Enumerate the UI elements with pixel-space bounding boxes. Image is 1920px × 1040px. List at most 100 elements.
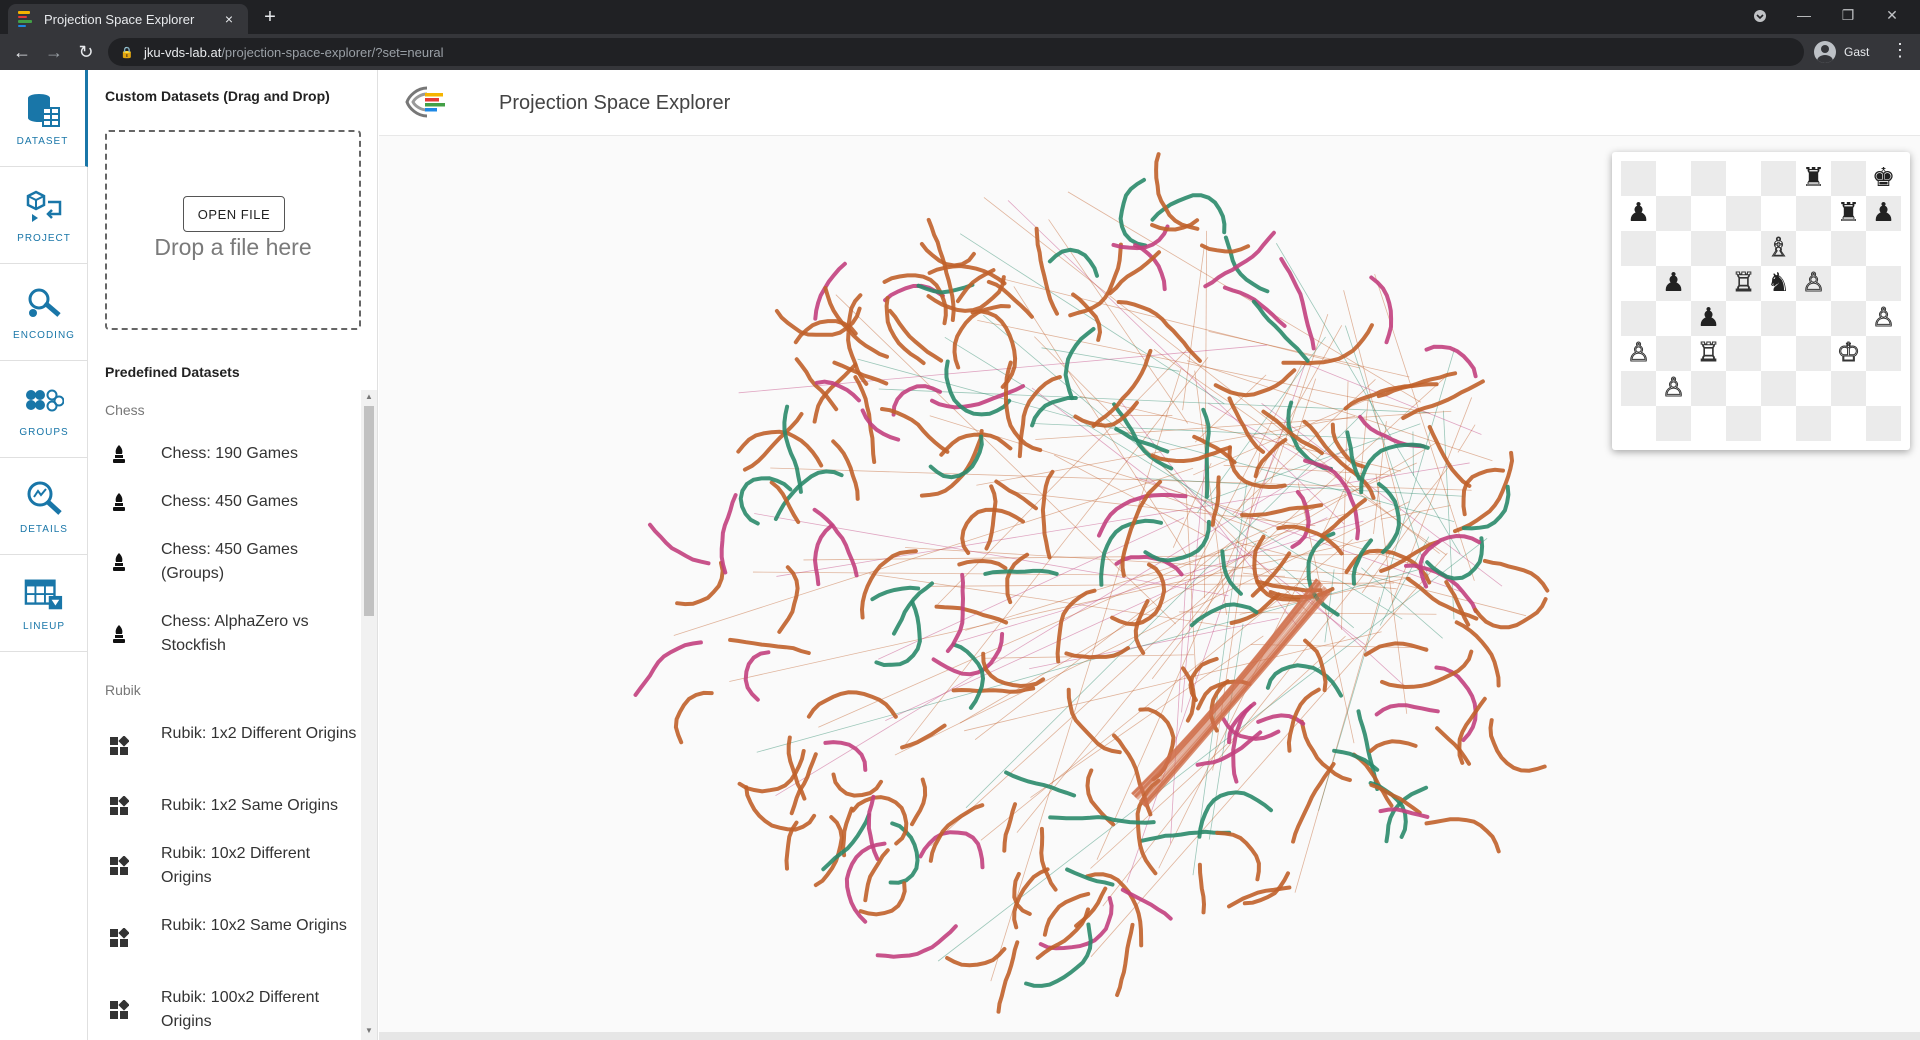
list-item[interactable]: Chess: 450 Games — [89, 490, 361, 514]
trajectory-line[interactable] — [994, 479, 1038, 511]
trajectory-line[interactable] — [910, 777, 928, 827]
plot-horizontal-scrollbar[interactable] — [379, 1032, 1920, 1040]
rail-item-dataset[interactable]: DATASET — [0, 70, 88, 167]
trajectory-line[interactable] — [813, 815, 844, 888]
trajectory-line[interactable] — [1461, 467, 1505, 517]
trajectory-line[interactable] — [1068, 242, 1123, 318]
trajectory-line[interactable] — [1012, 867, 1050, 930]
trajectory-line[interactable] — [777, 565, 800, 634]
trajectory-line[interactable] — [823, 740, 868, 772]
trajectory-line[interactable] — [806, 690, 898, 719]
rail-item-encoding[interactable]: ENCODING — [0, 264, 88, 361]
trajectory-line[interactable] — [1482, 558, 1550, 593]
trajectory-line[interactable] — [1034, 226, 1059, 316]
rail-item-groups[interactable]: GROUPS — [0, 361, 88, 458]
profile-menu-icon[interactable] — [1738, 0, 1782, 34]
trajectory-line[interactable] — [875, 924, 958, 959]
trajectory-line[interactable] — [1286, 687, 1321, 753]
scroll-down-icon[interactable]: ▼ — [365, 1026, 373, 1035]
forward-icon[interactable]: → — [42, 40, 66, 64]
trajectory-line[interactable] — [984, 484, 998, 551]
trajectory-line[interactable] — [1454, 620, 1501, 688]
open-file-button[interactable]: OPEN FILE — [183, 196, 285, 232]
browser-tab[interactable]: Projection Space Explorer × — [8, 4, 248, 34]
trajectory-line[interactable] — [1024, 922, 1093, 988]
rail-item-project[interactable]: PROJECT — [0, 167, 88, 264]
trajectory-line[interactable] — [1200, 243, 1251, 254]
list-item[interactable]: Rubik: 10x2 Different Origins — [89, 842, 361, 890]
trajectory-line[interactable] — [738, 476, 793, 526]
trajectory-line[interactable] — [1279, 257, 1316, 351]
new-tab-button[interactable]: + — [258, 6, 282, 30]
trajectory-line[interactable] — [675, 560, 725, 607]
trajectory-line[interactable] — [1215, 830, 1261, 882]
trajectory-line[interactable] — [1359, 442, 1430, 495]
trajectory-line[interactable] — [1154, 152, 1200, 231]
minimize-icon[interactable]: — — [1782, 0, 1826, 34]
trajectory-line[interactable] — [1251, 299, 1310, 363]
close-tab-icon[interactable]: × — [220, 11, 238, 27]
trajectory-line[interactable] — [930, 384, 1026, 410]
trajectory-line[interactable] — [1055, 588, 1097, 664]
trajectory-line[interactable] — [1203, 230, 1276, 289]
list-item[interactable]: Rubik: 1x2 Same Origins — [89, 794, 361, 818]
trajectory-line[interactable] — [1066, 687, 1122, 755]
trajectory-line[interactable] — [1435, 726, 1471, 766]
trajectory-line[interactable] — [1380, 649, 1474, 690]
rail-item-details[interactable]: DETAILS — [0, 458, 88, 555]
trajectory-line[interactable] — [986, 279, 1034, 319]
trajectory-line[interactable] — [951, 686, 1036, 694]
trajectory-line[interactable] — [812, 523, 834, 587]
close-window-icon[interactable]: ✕ — [1870, 0, 1914, 34]
trajectory-line[interactable] — [951, 642, 986, 710]
list-item[interactable]: Chess: 190 Games — [89, 442, 361, 466]
rail-item-lineup[interactable]: LINEUP — [0, 555, 88, 652]
trajectory-line[interactable] — [831, 772, 883, 798]
trajectory-line[interactable] — [1040, 469, 1055, 560]
profile-button[interactable]: Gast — [1814, 39, 1869, 65]
trajectory-line[interactable] — [1210, 475, 1221, 527]
trajectory-line[interactable] — [1042, 891, 1091, 937]
trajectory-line[interactable] — [870, 585, 921, 602]
list-item[interactable]: Chess: 450 Games (Groups) — [89, 538, 361, 586]
trajectory-line[interactable] — [1368, 739, 1418, 753]
list-item[interactable]: Rubik: 10x2 Same Origins — [89, 914, 361, 950]
trajectory-line[interactable] — [1363, 641, 1429, 657]
trajectory-line[interactable] — [945, 947, 1007, 968]
trajectory-line[interactable] — [1488, 718, 1547, 773]
trajectory-line[interactable] — [934, 604, 1009, 625]
trajectory-line[interactable] — [813, 261, 847, 321]
trajectory-line[interactable] — [673, 690, 714, 745]
trajectory-line[interactable] — [866, 794, 880, 861]
trajectory-line[interactable] — [1281, 323, 1374, 366]
browser-menu-icon[interactable]: ⋮ — [1890, 40, 1910, 61]
list-item[interactable]: Chess: AlphaZero vs Stockfish — [89, 610, 361, 658]
list-item[interactable]: Rubik: 100x2 Different Origins — [89, 986, 361, 1034]
trajectory-line[interactable] — [888, 308, 944, 363]
trajectory-line[interactable] — [1424, 817, 1501, 854]
trajectory-line[interactable] — [1197, 790, 1273, 839]
trajectory-line[interactable] — [1222, 285, 1287, 328]
trajectory-line[interactable] — [1115, 922, 1135, 997]
url-bar[interactable]: 🔒 jku-vds-lab.at/projection-space-explor… — [108, 38, 1804, 66]
scroll-up-icon[interactable]: ▲ — [365, 392, 373, 401]
trajectory-line[interactable] — [633, 640, 703, 697]
trajectory-line[interactable] — [719, 493, 738, 575]
reload-icon[interactable]: ↻ — [74, 40, 98, 64]
file-dropzone[interactable]: OPEN FILE Drop a file here — [105, 130, 361, 330]
trajectory-line[interactable] — [952, 303, 1011, 370]
trajectory-line[interactable] — [1369, 275, 1394, 345]
trajectory-line[interactable] — [1002, 802, 1017, 853]
trajectory-line[interactable] — [983, 568, 1059, 576]
dataset-list-scrollbar[interactable]: ▲ ▼ — [361, 390, 377, 1040]
trajectory-line[interactable] — [1253, 437, 1288, 479]
trajectory-line[interactable] — [812, 507, 859, 578]
trajectory-line[interactable] — [844, 841, 887, 924]
trajectory-line[interactable] — [1374, 703, 1440, 717]
trajectory-line[interactable] — [853, 375, 877, 464]
trajectory-line[interactable] — [919, 242, 976, 268]
trajectory-line[interactable] — [1265, 663, 1343, 698]
trajectory-line[interactable] — [648, 522, 711, 566]
trajectory-line[interactable] — [851, 795, 909, 846]
trajectory-line[interactable] — [1227, 885, 1292, 909]
